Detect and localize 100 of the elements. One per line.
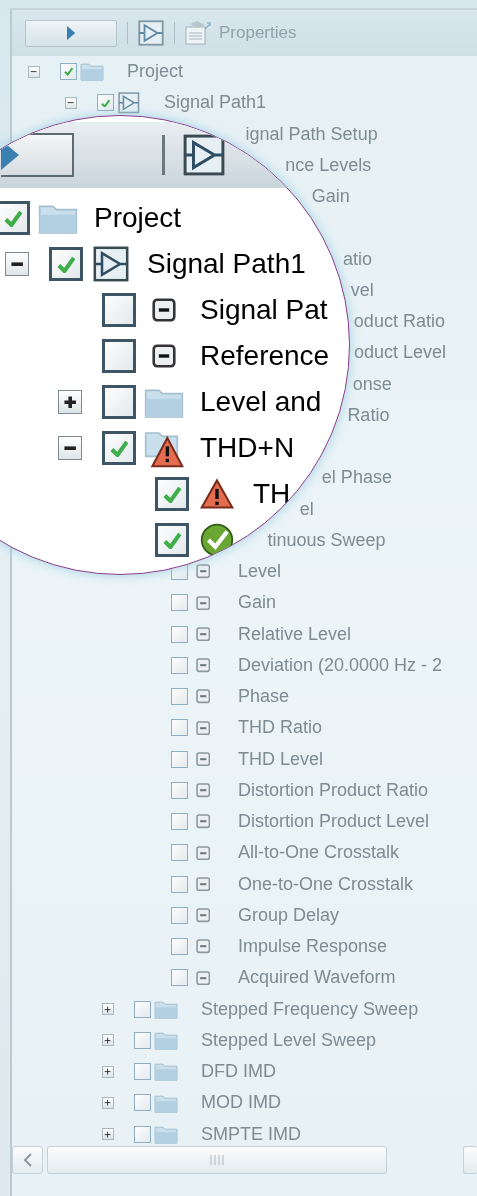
tree-item-label[interactable]: Signal Path1 <box>147 248 306 280</box>
checkbox[interactable] <box>0 201 30 235</box>
run-button[interactable] <box>25 19 117 47</box>
checkmark-icon <box>100 98 111 108</box>
measurement-icon <box>195 751 211 767</box>
tree-item-label[interactable]: onse <box>352 373 392 395</box>
run-button[interactable] <box>1 133 74 177</box>
measurement-icon <box>195 595 211 611</box>
checkbox[interactable] <box>171 625 188 643</box>
tree-item-label[interactable]: THD+N <box>200 432 295 464</box>
amplifier-icon <box>138 20 164 46</box>
scrollbar-thumb[interactable] <box>47 1146 387 1174</box>
tree-item-label[interactable]: ignal Path Setup <box>245 123 378 145</box>
checkbox[interactable] <box>171 938 188 956</box>
tree-item-label[interactable]: Distortion Product Level <box>238 811 430 833</box>
checkbox[interactable] <box>171 906 188 924</box>
expand-toggle[interactable] <box>58 436 82 460</box>
tree-item-label[interactable]: SMPTE IMD <box>201 1123 301 1145</box>
tree-item-label[interactable]: THD Ratio <box>238 717 322 739</box>
warning-icon <box>200 477 234 511</box>
checkbox[interactable] <box>155 523 189 557</box>
plus-icon <box>104 1130 112 1138</box>
expand-toggle[interactable] <box>102 1003 114 1016</box>
expand-toggle[interactable] <box>58 390 82 414</box>
checkbox[interactable] <box>171 813 188 831</box>
checkbox[interactable] <box>171 688 188 706</box>
tree-item-label[interactable]: Phase <box>238 686 290 708</box>
tree-item-label[interactable]: Ratio <box>347 404 390 426</box>
tree-item-label[interactable]: Relative Level <box>238 623 352 645</box>
checkbox[interactable] <box>171 875 188 893</box>
tree-item-label[interactable]: Signal Pat <box>200 294 328 326</box>
measurement-icon <box>195 720 211 736</box>
checkbox[interactable] <box>97 94 114 112</box>
checkmark-icon <box>63 67 74 76</box>
chevron-left-icon <box>22 1153 33 1167</box>
checkbox[interactable] <box>102 339 136 373</box>
checkbox[interactable] <box>102 293 136 327</box>
checkbox[interactable] <box>171 594 188 612</box>
amplifier-icon <box>93 246 129 282</box>
expand-toggle[interactable] <box>102 1128 114 1141</box>
tree-item-label[interactable]: TH <box>253 478 291 510</box>
checkbox[interactable] <box>134 1063 151 1081</box>
tree-item-label[interactable]: All-to-One Crosstalk <box>238 842 400 864</box>
tree-item-label[interactable]: Stepped Frequency Sweep <box>201 998 419 1020</box>
tree-item-label[interactable]: oduct Ratio <box>353 311 445 333</box>
tree-item-label[interactable]: Impulse Response <box>238 936 388 958</box>
plus-icon <box>62 394 78 410</box>
tree-item-label[interactable]: DFD IMD <box>201 1061 276 1083</box>
success-icon <box>200 523 234 557</box>
checkbox[interactable] <box>102 431 136 465</box>
play-icon <box>66 26 76 40</box>
measurement-icon <box>195 658 211 673</box>
checkbox[interactable] <box>171 656 188 674</box>
checkbox[interactable] <box>171 719 188 737</box>
checkbox[interactable] <box>60 63 77 81</box>
signal-path-button[interactable] <box>183 134 225 176</box>
expand-toggle[interactable] <box>5 252 29 276</box>
tree-item-label[interactable]: Project <box>127 61 184 83</box>
horizontal-scrollbar[interactable] <box>12 1145 477 1175</box>
tree-item-label[interactable]: Deviation (20.0000 Hz - 2 <box>238 654 443 676</box>
tree-item-label[interactable]: MOD IMD <box>201 1092 281 1114</box>
tree-item-label[interactable]: Project <box>94 202 182 234</box>
measurement-icon <box>152 298 176 322</box>
checkbox[interactable] <box>171 750 188 768</box>
measurement-icon <box>152 344 176 368</box>
checkbox[interactable] <box>102 385 136 419</box>
tree-item-label[interactable]: THD Level <box>238 748 324 770</box>
checkbox[interactable] <box>134 1125 151 1143</box>
checkbox[interactable] <box>49 247 83 281</box>
checkbox[interactable] <box>134 1031 151 1049</box>
tree-item-label[interactable]: Group Delay <box>238 904 340 926</box>
tree-item-label[interactable]: Stepped Level Sweep <box>201 1029 377 1051</box>
tree-item-label[interactable]: Distortion Product Ratio <box>238 779 429 801</box>
tree-item-label[interactable]: tinuous Sweep <box>267 529 386 551</box>
tree-item-label[interactable]: vel <box>350 279 374 301</box>
checkbox[interactable] <box>155 477 189 511</box>
tree-item-label[interactable]: Gain <box>238 592 277 614</box>
measurement-icon <box>195 939 211 954</box>
plus-icon <box>104 1036 112 1044</box>
expand-toggle[interactable] <box>102 1065 114 1078</box>
checkbox[interactable] <box>171 844 188 862</box>
expand-toggle[interactable] <box>102 1096 114 1109</box>
checkbox[interactable] <box>134 1000 151 1018</box>
checkmark-icon <box>56 255 76 273</box>
tree-item-label[interactable]: Level and <box>200 386 322 418</box>
tree-item-label[interactable]: One-to-One Crosstalk <box>238 873 414 895</box>
checkbox[interactable] <box>171 781 188 799</box>
expand-toggle[interactable] <box>28 65 40 78</box>
expand-toggle[interactable] <box>65 96 77 109</box>
checkbox[interactable] <box>134 1094 151 1112</box>
tree-item-label[interactable]: oduct Level <box>354 342 447 364</box>
tree-item-label[interactable]: Reference <box>200 340 330 372</box>
measurement-icon <box>195 783 211 798</box>
measurement-icon <box>195 626 211 642</box>
expand-toggle[interactable] <box>102 1034 114 1047</box>
scroll-right-button[interactable] <box>463 1146 477 1174</box>
scroll-left-button[interactable] <box>12 1146 43 1174</box>
tree-item-label[interactable]: Signal Path1 <box>164 92 267 114</box>
checkbox[interactable] <box>171 969 188 987</box>
tree-item-label[interactable]: Acquired Waveform <box>238 967 396 989</box>
